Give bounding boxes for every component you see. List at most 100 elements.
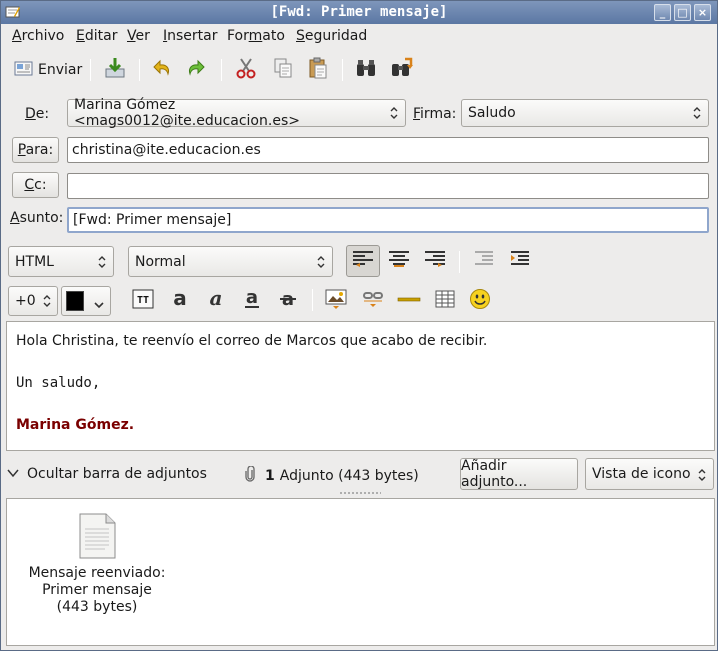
menu-ver[interactable]: Ver xyxy=(127,28,150,44)
menu-insertar[interactable]: Insertar xyxy=(163,28,218,44)
send-button[interactable]: Enviar xyxy=(13,57,82,83)
from-combobox[interactable]: Marina Gómez <mags0012@ite.educacion.es> xyxy=(67,97,406,129)
paragraph-style-combobox[interactable]: Normal xyxy=(128,246,333,277)
teletype-icon: TT xyxy=(132,289,154,313)
signature-combobox[interactable]: Saludo xyxy=(461,99,709,127)
svg-text:TT: TT xyxy=(137,295,149,306)
bold-button[interactable]: a xyxy=(166,286,194,315)
underline-button[interactable]: a xyxy=(238,287,266,315)
color-swatch xyxy=(66,291,84,311)
indent-button[interactable] xyxy=(505,247,533,275)
horizontal-rule-button[interactable] xyxy=(395,287,423,315)
signature-value: Saludo xyxy=(468,105,516,121)
send-label: Enviar xyxy=(38,62,83,78)
copy-icon xyxy=(271,56,295,84)
attachment-summary-text: Adjunto (443 bytes) xyxy=(279,468,419,484)
copy-button[interactable] xyxy=(271,57,295,83)
insert-image-button[interactable] xyxy=(322,287,350,315)
bold-icon: a xyxy=(169,286,191,314)
save-icon xyxy=(103,56,127,84)
horizontal-rule-icon xyxy=(397,288,421,314)
minimize-button[interactable]: _ xyxy=(654,4,671,21)
mode-combobox[interactable]: HTML xyxy=(8,246,114,277)
align-center-button[interactable] xyxy=(385,247,413,275)
insert-emoticon-button[interactable] xyxy=(466,287,494,315)
body-line-greeting: Hola Christina, te reenvío el correo de … xyxy=(16,333,488,349)
indent-icon xyxy=(508,250,530,272)
spin-arrows-icon xyxy=(42,294,52,308)
typewriter-button[interactable]: TT xyxy=(129,287,157,315)
align-left-button[interactable] xyxy=(346,245,380,277)
font-size-combobox[interactable]: +0 xyxy=(8,286,58,316)
to-field[interactable]: christina@ite.educacion.es xyxy=(67,137,709,163)
close-button[interactable]: × xyxy=(694,4,711,21)
text-color-picker[interactable] xyxy=(61,286,111,316)
strikethrough-button[interactable]: a xyxy=(274,287,302,315)
body-line-closing: Un saludo, xyxy=(16,375,101,391)
menu-formato[interactable]: Formato xyxy=(227,28,285,44)
main-toolbar: Enviar xyxy=(1,51,717,89)
chevron-down-icon xyxy=(94,297,104,313)
find-button[interactable] xyxy=(354,57,378,83)
subject-label: Asunto: xyxy=(10,210,64,226)
format-toolbar: HTML Normal xyxy=(1,241,717,281)
message-body-editor[interactable]: Hola Christina, te reenvío el correo de … xyxy=(6,321,715,451)
toolbar-separator xyxy=(139,59,140,81)
toolbar-separator xyxy=(221,59,222,81)
attachment-count: 1 xyxy=(265,468,275,484)
add-attachment-button[interactable]: Añadir adjunto... xyxy=(460,458,578,490)
align-right-button[interactable] xyxy=(421,247,449,275)
toggle-attachments-label: Ocultar barra de adjuntos xyxy=(27,466,207,482)
send-icon xyxy=(13,57,35,83)
paste-button[interactable] xyxy=(306,57,330,83)
menu-seguridad[interactable]: Seguridad xyxy=(296,28,367,44)
table-icon xyxy=(434,288,456,314)
save-draft-button[interactable] xyxy=(103,57,127,83)
strikethrough-icon: a xyxy=(277,288,299,314)
menu-archivo[interactable]: Archivo xyxy=(12,28,64,44)
italic-icon: a xyxy=(205,286,227,314)
attachment-item[interactable]: Mensaje reenviado: Primer mensaje (443 b… xyxy=(20,513,174,616)
window-title: [Fwd: Primer mensaje] xyxy=(270,4,448,20)
toggle-attachments-expander[interactable]: Ocultar barra de adjuntos xyxy=(7,466,207,482)
find-replace-button[interactable] xyxy=(389,57,415,83)
svg-text:a: a xyxy=(246,288,258,308)
cc-field[interactable] xyxy=(67,173,709,199)
attachment-icon-view: Mensaje reenviado: Primer mensaje (443 b… xyxy=(6,498,715,646)
find-replace-icon xyxy=(389,56,415,84)
to-value: christina@ite.educacion.es xyxy=(72,142,261,158)
pane-resize-handle[interactable] xyxy=(339,491,381,495)
cut-button[interactable] xyxy=(234,57,258,83)
attachment-size: (443 bytes) xyxy=(56,599,138,615)
view-mode-combobox[interactable]: Vista de icono xyxy=(585,458,714,490)
attachment-summary: 1 Adjunto (443 bytes) xyxy=(244,465,419,486)
align-center-icon xyxy=(388,250,410,272)
text-document-icon xyxy=(77,513,117,563)
insert-link-button[interactable] xyxy=(359,287,387,315)
body-line-signature: Marina Gómez. xyxy=(16,417,135,433)
maximize-button[interactable]: □ xyxy=(674,4,691,21)
toolbar-separator xyxy=(459,251,460,273)
toolbar-separator xyxy=(90,59,91,81)
to-button[interactable]: Para: xyxy=(12,137,59,163)
smiley-icon xyxy=(469,288,491,314)
undo-button[interactable] xyxy=(151,57,173,83)
outdent-icon xyxy=(472,250,494,272)
undo-icon xyxy=(151,57,173,83)
attachment-name-line2: Primer mensaje xyxy=(42,582,152,598)
subject-field[interactable]: [Fwd: Primer mensaje] xyxy=(67,207,709,233)
cc-button[interactable]: Cc: xyxy=(12,172,59,198)
insert-table-button[interactable] xyxy=(431,287,459,315)
spin-arrows-icon xyxy=(316,255,326,269)
toolbar-separator xyxy=(342,59,343,81)
view-mode-value: Vista de icono xyxy=(592,466,691,482)
align-left-icon xyxy=(352,250,374,272)
paste-icon xyxy=(306,56,330,84)
paperclip-icon xyxy=(244,465,256,486)
italic-button[interactable]: a xyxy=(202,286,230,315)
menu-editar[interactable]: Editar xyxy=(76,28,117,44)
format-toolbar-2: +0 TT a a a a xyxy=(1,283,717,319)
outdent-button[interactable] xyxy=(469,247,497,275)
title-bar[interactable]: [Fwd: Primer mensaje] _ □ × xyxy=(1,1,717,24)
redo-button[interactable] xyxy=(185,57,207,83)
